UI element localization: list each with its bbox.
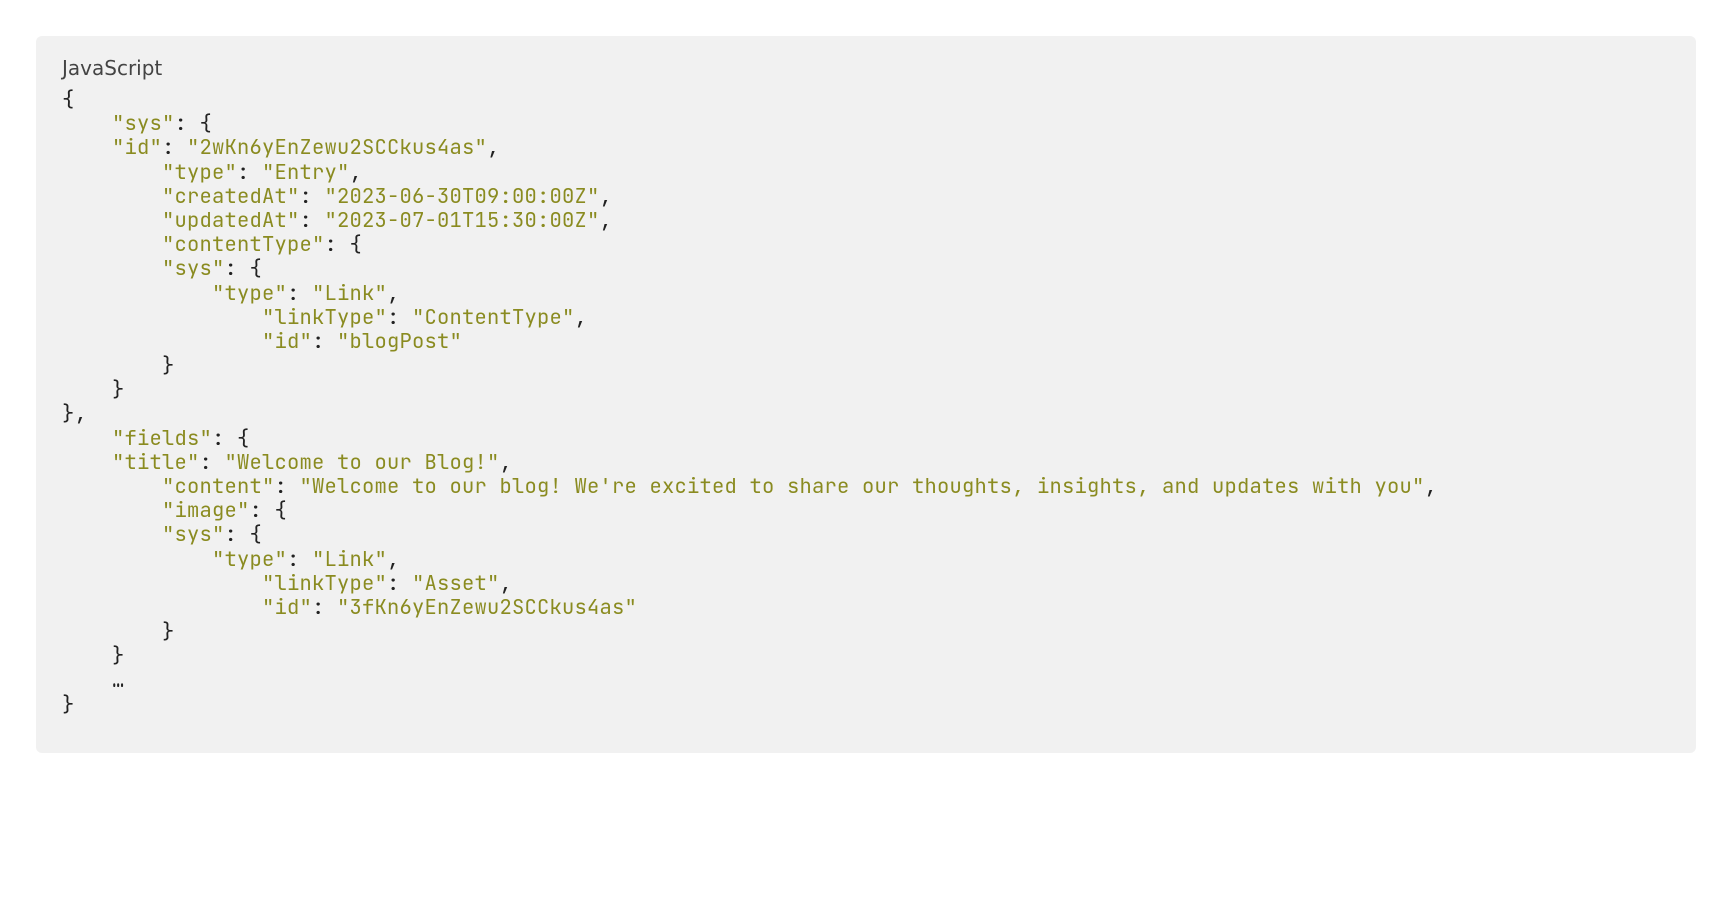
key-id2: "id" (262, 328, 312, 355)
val-type-link: "Link" (312, 280, 387, 307)
key-createdAt: "createdAt" (162, 183, 300, 210)
key-id: "id" (112, 134, 162, 161)
language-label: JavaScript (62, 56, 1670, 80)
val-updatedAt: "2023-07-01T15:30:00Z" (325, 207, 600, 234)
val-id: "2wKn6yEnZewu2SCCkus4as" (187, 134, 487, 161)
key-image: "image" (162, 497, 250, 524)
val-id-blogPost: "blogPost" (337, 328, 462, 355)
val-linkType-ct: "ContentType" (412, 304, 575, 331)
key-sys2: "sys" (162, 255, 225, 282)
key-updatedAt: "updatedAt" (162, 207, 300, 234)
code-content[interactable]: { "sys": { "id": "2wKn6yEnZewu2SCCkus4as… (62, 88, 1670, 717)
key-contentType: "contentType" (162, 231, 325, 258)
code-block: JavaScript { "sys": { "id": "2wKn6yEnZew… (36, 36, 1696, 753)
key-type: "type" (162, 159, 237, 186)
key-linkType: "linkType" (262, 304, 387, 331)
val-id-asset: "3fKn6yEnZewu2SCCkus4as" (337, 594, 637, 621)
val-type: "Entry" (262, 159, 350, 186)
val-content: "Welcome to our blog! We're excited to s… (300, 473, 1425, 500)
val-type-link2: "Link" (312, 546, 387, 573)
ellipsis: … (112, 667, 125, 694)
val-createdAt: "2023-06-30T09:00:00Z" (325, 183, 600, 210)
key-sys3: "sys" (162, 521, 225, 548)
key-linkType2: "linkType" (262, 570, 387, 597)
key-type2: "type" (212, 280, 287, 307)
key-content: "content" (162, 473, 275, 500)
key-id3: "id" (262, 594, 312, 621)
val-linkType-asset: "Asset" (412, 570, 500, 597)
key-title: "title" (112, 449, 200, 476)
key-sys: "sys" (112, 110, 175, 137)
val-title: "Welcome to our Blog!" (225, 449, 500, 476)
key-fields: "fields" (112, 425, 212, 452)
key-type3: "type" (212, 546, 287, 573)
